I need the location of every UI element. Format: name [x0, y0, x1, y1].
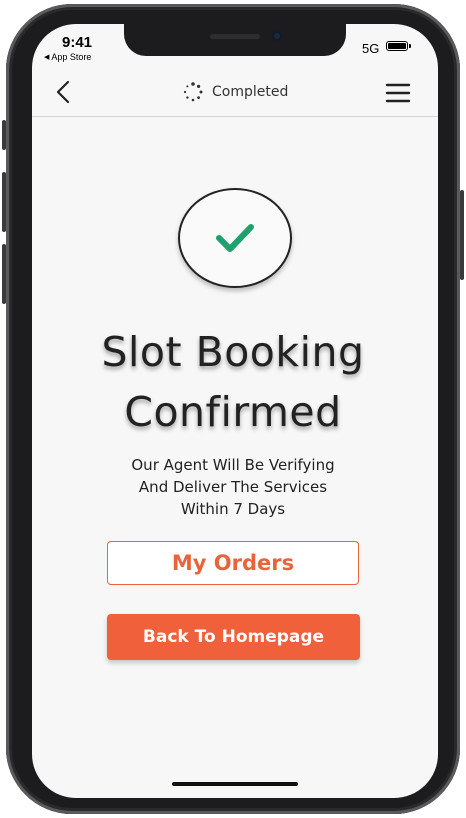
notch — [124, 24, 346, 56]
headline-line-1: Slot Booking — [101, 328, 365, 376]
chevron-left-icon — [56, 80, 70, 104]
home-indicator[interactable] — [172, 782, 298, 786]
confirmation-message: Our Agent Will Be Verifying And Deliver … — [32, 454, 434, 520]
back-to-app-link[interactable]: ◀ App Store — [44, 52, 91, 62]
checkmark-icon — [216, 224, 254, 252]
success-badge — [178, 188, 292, 288]
confirmation-headline: Slot Booking Confirmed — [32, 322, 434, 442]
my-orders-button[interactable]: My Orders — [107, 541, 359, 585]
message-line-3: Within 7 Days — [180, 500, 286, 518]
speaker-grille — [210, 34, 260, 39]
hamburger-menu-icon — [385, 83, 411, 103]
volume-down-button — [2, 244, 6, 304]
page-title: Completed — [212, 84, 289, 100]
network-indicator: 5G — [362, 41, 380, 56]
small-back-arrow-icon: ◀ — [44, 54, 50, 61]
nav-status: Completed — [182, 81, 288, 103]
navigation-bar: Completed — [32, 72, 438, 117]
app-screen: 9:41 ◀ App Store 5G Completed Slot Booki… — [32, 24, 438, 798]
back-app-label: App Store — [51, 52, 92, 62]
mute-switch — [2, 120, 6, 150]
status-time: 9:41 — [62, 34, 93, 51]
menu-button[interactable] — [384, 80, 412, 106]
headline-line-2: Confirmed — [124, 388, 342, 436]
volume-up-button — [2, 172, 6, 232]
power-button — [460, 190, 464, 280]
message-line-1: Our Agent Will Be Verifying — [131, 456, 335, 474]
back-to-homepage-button[interactable]: Back To Homepage — [107, 614, 360, 660]
back-button[interactable] — [50, 78, 78, 106]
front-camera — [272, 31, 282, 41]
loading-spinner-icon — [183, 82, 203, 102]
message-line-2: And Deliver The Services — [138, 478, 328, 496]
battery-tip — [409, 44, 411, 48]
battery-icon — [386, 41, 408, 51]
